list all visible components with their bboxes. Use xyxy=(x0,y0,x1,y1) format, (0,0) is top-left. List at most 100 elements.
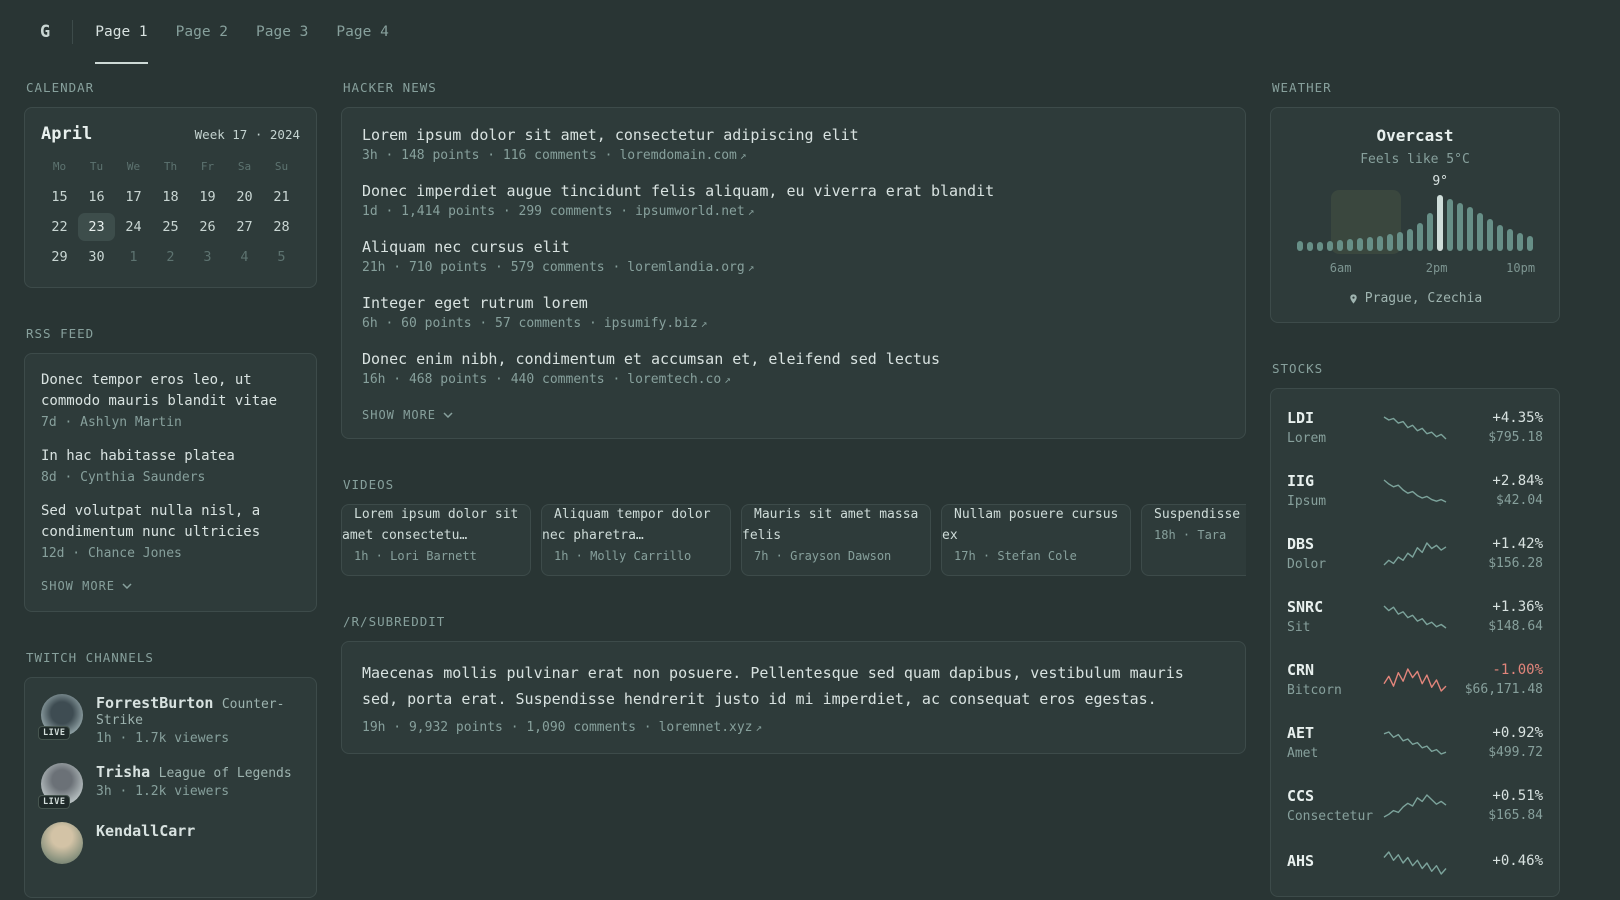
time-label: 2pm xyxy=(1425,261,1448,275)
video-card: Lorem ipsum dolor sit amet consectetu… 1… xyxy=(341,504,531,576)
story-title[interactable]: Lorem ipsum dolor sit amet, consectetur … xyxy=(362,126,1225,144)
channel-name[interactable]: ForrestBurton xyxy=(96,694,213,712)
weather-card: Overcast Feels like 5°C 9° 6am 2pm 10pm … xyxy=(1270,107,1560,323)
list-item: In hac habitasse platea 8d · Cynthia Sau… xyxy=(41,446,300,485)
video-title[interactable]: Nullam posuere cursus ex xyxy=(942,505,1118,543)
stock-identity: LDI Lorem xyxy=(1287,409,1382,446)
tab-page-1[interactable]: Page 1 xyxy=(95,0,148,64)
calendar-dow: Su xyxy=(274,160,289,173)
story-title[interactable]: Aliquam nec cursus elit xyxy=(362,238,1225,256)
tab-page-2[interactable]: Page 2 xyxy=(176,0,228,64)
weather-bar xyxy=(1497,225,1503,251)
channel-game[interactable]: League of Legends xyxy=(159,766,292,781)
subreddit-widget-title: /R/SUBREDDIT xyxy=(343,613,446,629)
rss-item-title[interactable]: Donec tempor eros leo, ut commodo mauris… xyxy=(41,372,277,409)
video-title[interactable]: Lorem ipsum dolor sit amet consectetu… xyxy=(342,505,518,543)
post-source-link[interactable]: loremnet.xyz ↗ xyxy=(659,720,763,735)
show-more-label: SHOW MORE xyxy=(362,408,437,422)
weather-bar xyxy=(1487,219,1493,251)
rss-item-title[interactable]: In hac habitasse platea xyxy=(41,448,235,464)
video-title[interactable]: Aliquam tempor dolor nec pharetra… xyxy=(542,505,711,543)
story-title[interactable]: Donec imperdiet augue tincidunt felis al… xyxy=(362,182,1225,200)
weather-bar xyxy=(1457,202,1463,251)
weather-bar xyxy=(1307,242,1313,251)
show-more-label: SHOW MORE xyxy=(41,579,116,593)
tab-page-3[interactable]: Page 3 xyxy=(256,0,308,64)
post-title[interactable]: Maecenas mollis pulvinar erat non posuer… xyxy=(362,660,1225,713)
story-source-link[interactable]: loremdomain.com ↗ xyxy=(619,148,746,163)
subreddit-card: Maecenas mollis pulvinar erat non posuer… xyxy=(341,640,1246,755)
weather-bar xyxy=(1297,240,1303,251)
story-title[interactable]: Integer eget rutrum lorem xyxy=(362,294,1225,312)
tab-page-4[interactable]: Page 4 xyxy=(336,0,388,64)
post-stats: 19h · 9,932 points · 1,090 comments · xyxy=(362,720,652,736)
weather-bar xyxy=(1417,223,1423,251)
story-source-link[interactable]: ipsumworld.net ↗ xyxy=(635,204,754,219)
video-title[interactable]: Suspendisse diam xyxy=(1142,505,1246,522)
calendar-day: 15 xyxy=(51,189,68,205)
weather-feels-like: Feels like 5°C xyxy=(1360,152,1470,167)
channel-avatar-image xyxy=(41,822,83,864)
stock-symbol[interactable]: CCS xyxy=(1287,787,1314,805)
rss-item-title[interactable]: Sed volutpat nulla nisl, a condimentum n… xyxy=(41,503,260,540)
twitch-widget-title: TWITCH CHANNELS xyxy=(26,650,154,665)
channel-name[interactable]: Trisha xyxy=(96,763,150,781)
calendar-day: 20 xyxy=(236,189,253,205)
stock-symbol[interactable]: LDI xyxy=(1287,409,1314,427)
calendar-week-year: Week 17 · 2024 xyxy=(194,127,300,142)
stock-price: $66,171.48 xyxy=(1464,682,1543,697)
stock-symbol[interactable]: AET xyxy=(1287,724,1314,742)
stock-price: $499.72 xyxy=(1488,745,1543,760)
calendar-day: 27 xyxy=(236,219,253,235)
calendar-day: 22 xyxy=(51,219,68,235)
external-link-icon: ↗ xyxy=(747,205,755,218)
channel-name[interactable]: KendallCarr xyxy=(96,822,195,840)
rss-item-meta: 12d · Chance Jones xyxy=(41,546,182,561)
app-logo[interactable]: G xyxy=(40,0,50,64)
stock-change: +0.46% xyxy=(1492,853,1543,869)
stock-change: +2.84% xyxy=(1492,473,1543,489)
videos-carousel[interactable]: Lorem ipsum dolor sit amet consectetu… 1… xyxy=(341,504,1246,576)
video-card: Mauris sit amet massa felis 7h · Grayson… xyxy=(741,504,931,576)
stock-symbol[interactable]: SNRC xyxy=(1287,598,1323,616)
stock-name: Amet xyxy=(1287,746,1319,761)
stock-change: +1.36% xyxy=(1492,599,1543,615)
video-title[interactable]: Mauris sit amet massa felis xyxy=(742,505,918,543)
stock-change: +4.35% xyxy=(1492,410,1543,426)
calendar-header: April Week 17 · 2024 xyxy=(41,124,300,144)
stock-values: +0.51% $165.84 xyxy=(1448,788,1543,823)
avatar[interactable]: LIVE xyxy=(38,694,83,740)
story-source-link[interactable]: loremlandia.org ↗ xyxy=(627,260,754,275)
story-title[interactable]: Donec enim nibh, condimentum et accumsan… xyxy=(362,350,1225,368)
story-source-link[interactable]: loremtech.co ↗ xyxy=(627,372,731,387)
stock-change: +0.92% xyxy=(1492,725,1543,741)
calendar-day: 26 xyxy=(199,219,216,235)
stock-symbol[interactable]: CRN xyxy=(1287,661,1314,679)
table-row: CRN Bitcorn -1.00% $66,171.48 xyxy=(1287,648,1543,711)
calendar-day-next-month: 4 xyxy=(240,249,249,265)
stock-symbol[interactable]: DBS xyxy=(1287,535,1314,553)
table-row: IIG Ipsum +2.84% $42.04 xyxy=(1287,459,1543,522)
rss-show-more-button[interactable]: SHOW MORE xyxy=(41,577,132,595)
weather-bar xyxy=(1347,239,1353,251)
avatar[interactable]: LIVE xyxy=(38,763,83,809)
stock-price: $165.84 xyxy=(1488,808,1543,823)
story-source-link[interactable]: ipsumify.biz ↗ xyxy=(604,316,708,331)
table-row: CCS Consectetur +0.51% $165.84 xyxy=(1287,774,1543,837)
weather-bar xyxy=(1407,229,1413,251)
stock-symbol[interactable]: IIG xyxy=(1287,472,1314,490)
weather-widget-title: WEATHER xyxy=(1272,80,1332,95)
rss-card: Donec tempor eros leo, ut commodo mauris… xyxy=(24,353,317,612)
video-meta: 18h · Tara xyxy=(1154,527,1227,542)
top-nav: G Page 1 Page 2 Page 3 Page 4 xyxy=(0,0,1620,64)
calendar-day-next-month: 2 xyxy=(166,249,175,265)
story-meta: 6h · 60 points · 57 comments · ipsumify.b… xyxy=(362,316,1225,331)
calendar-dow: Tu xyxy=(89,160,104,173)
hackernews-show-more-button[interactable]: SHOW MORE xyxy=(362,406,453,424)
weather-bar xyxy=(1337,239,1343,251)
calendar-day-selected: 23 xyxy=(78,213,115,241)
stock-symbol[interactable]: AHS xyxy=(1287,852,1314,870)
avatar[interactable] xyxy=(41,822,83,864)
channel-info: Trisha League of Legends 3h · 1.2k viewe… xyxy=(96,763,292,799)
stock-identity: CRN Bitcorn xyxy=(1287,661,1382,698)
